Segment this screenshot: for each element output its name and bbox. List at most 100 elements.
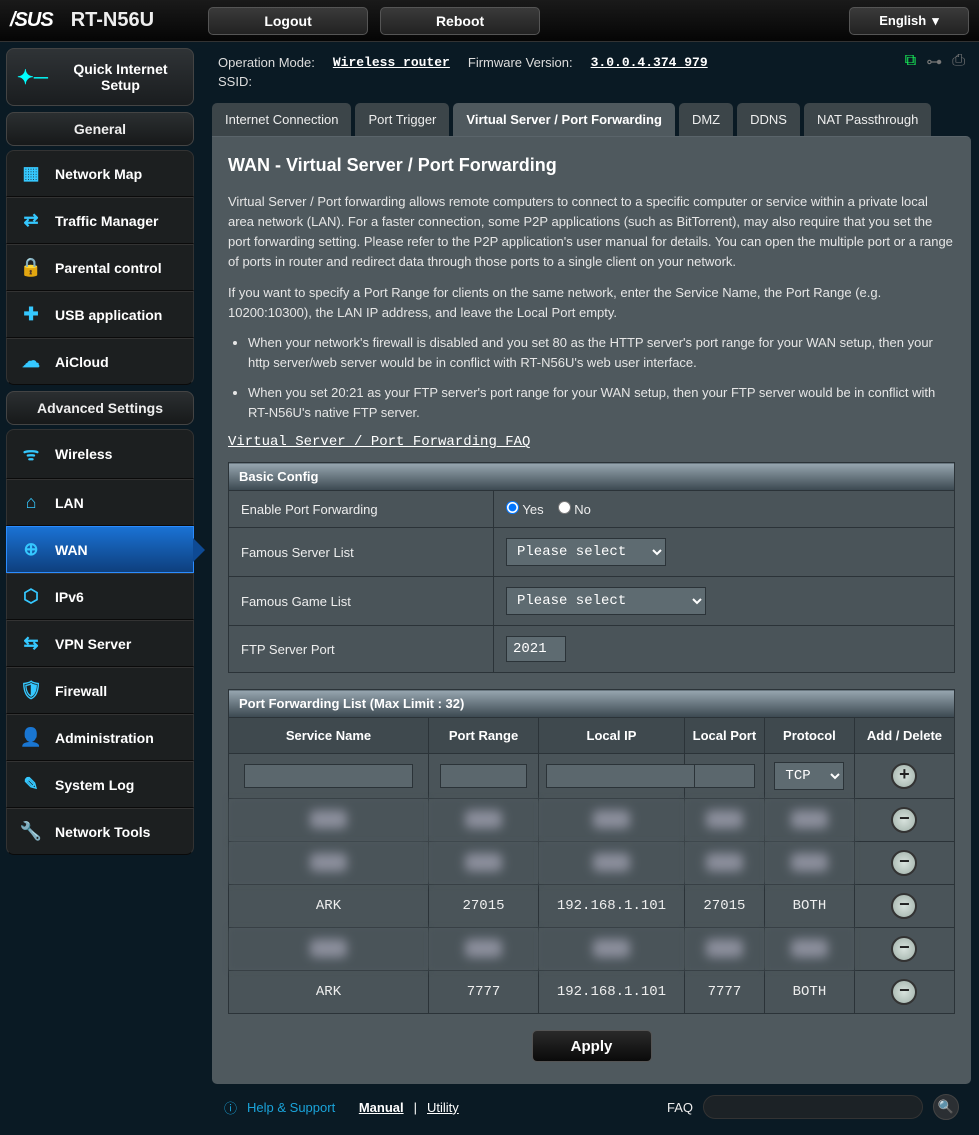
- nav-label: VPN Server: [55, 636, 131, 652]
- chevron-down-icon: ▾: [932, 13, 939, 29]
- model-name: RT-N56U: [71, 9, 154, 32]
- logout-button[interactable]: Logout: [208, 7, 368, 35]
- sidebar-item-administration[interactable]: 👤 Administration: [6, 714, 194, 761]
- nav-label: IPv6: [55, 589, 84, 605]
- famous-server-select[interactable]: Please select: [506, 538, 666, 566]
- note-bullet-1: When your network's firewall is disabled…: [248, 333, 955, 373]
- tab-virtual-server-port-forwarding[interactable]: Virtual Server / Port Forwarding: [453, 103, 675, 136]
- nav-label: AiCloud: [55, 354, 109, 370]
- usb-status-icon: ⊶: [926, 52, 942, 72]
- sidebar-item-wan[interactable]: ⊕WAN: [6, 526, 194, 573]
- sidebar-item-system-log[interactable]: ✎ System Log: [6, 761, 194, 808]
- ssid-label: SSID:: [218, 74, 252, 89]
- sidebar-item-aicloud[interactable]: ☁AiCloud: [6, 338, 194, 385]
- language-select[interactable]: English ▾: [849, 7, 969, 35]
- pf-cell: 192.168.1.101: [539, 971, 685, 1014]
- pf-col-local-ip: Local IP: [539, 718, 685, 754]
- note-bullet-2: When you set 20:21 as your FTP server's …: [248, 383, 955, 423]
- nav-label: Administration: [55, 730, 154, 746]
- page-title: WAN - Virtual Server / Port Forwarding: [228, 155, 955, 176]
- pf-cell: ARK: [229, 971, 429, 1014]
- pf-range-input[interactable]: [440, 764, 527, 788]
- faq-link[interactable]: Virtual Server / Port Forwarding FAQ: [228, 434, 530, 450]
- tab-internet-connection[interactable]: Internet Connection: [212, 103, 351, 136]
- desc-para-2: If you want to specify a Port Range for …: [228, 283, 955, 323]
- pf-protocol-select[interactable]: TCP: [774, 762, 844, 790]
- pf-cell: ████: [429, 928, 539, 971]
- pf-add-button[interactable]: +: [891, 763, 917, 789]
- fw-version-link[interactable]: 3.0.0.4.374_979: [591, 55, 708, 70]
- sidebar-item-lan[interactable]: ⌂LAN: [6, 479, 194, 526]
- tab-ddns[interactable]: DDNS: [737, 103, 800, 136]
- sidebar-item-usb-application[interactable]: ✚USB application: [6, 291, 194, 338]
- sidebar-item-wireless[interactable]: ᯤWireless: [6, 429, 194, 479]
- nav-icon: 👤: [19, 727, 43, 748]
- sidebar-item-traffic-manager[interactable]: ⇄ Traffic Manager: [6, 197, 194, 244]
- pf-cell: 7777: [684, 971, 764, 1014]
- nav-label: Traffic Manager: [55, 213, 158, 229]
- nav-icon: ⇄: [19, 210, 43, 231]
- pf-cell: ████: [539, 842, 685, 885]
- pf-localip-combo[interactable]: ▼: [546, 764, 676, 788]
- faq-search-button[interactable]: 🔍: [933, 1094, 959, 1120]
- faq-label: FAQ: [667, 1100, 693, 1115]
- nav-icon: 🛡: [19, 680, 43, 701]
- pf-cell: ████: [429, 842, 539, 885]
- enable-pf-label: Enable Port Forwarding: [229, 491, 494, 528]
- sidebar-item-network-map[interactable]: ▦Network Map: [6, 150, 194, 197]
- pf-delete-button[interactable]: −: [891, 850, 917, 876]
- faq-search-input[interactable]: [703, 1095, 923, 1119]
- manual-link[interactable]: Manual: [359, 1100, 404, 1115]
- nav-label: Network Map: [55, 166, 142, 182]
- pf-cell: ████: [229, 928, 429, 971]
- utility-link[interactable]: Utility: [427, 1100, 459, 1115]
- tab-port-trigger[interactable]: Port Trigger: [355, 103, 449, 136]
- ftp-port-input[interactable]: [506, 636, 566, 662]
- printer-status-icon: ⎙: [952, 52, 965, 72]
- pf-cell: ████: [539, 928, 685, 971]
- sidebar-item-ipv6[interactable]: ⬡IPv6: [6, 573, 194, 620]
- quick-setup-label: Quick Internet Setup: [58, 61, 183, 93]
- sidebar-item-network-tools[interactable]: 🔧Network Tools: [6, 808, 194, 855]
- desc-para-1: Virtual Server / Port forwarding allows …: [228, 192, 955, 273]
- op-mode-link[interactable]: Wireless router: [333, 55, 450, 70]
- pf-delete-button[interactable]: −: [891, 936, 917, 962]
- nav-label: Network Tools: [55, 824, 150, 840]
- nav-icon: ✎: [19, 774, 43, 795]
- pf-cell: ████: [539, 799, 685, 842]
- pf-cell: 7777: [429, 971, 539, 1014]
- sidebar-item-firewall[interactable]: 🛡Firewall: [6, 667, 194, 714]
- pf-cell: ████: [684, 928, 764, 971]
- help-support-link[interactable]: Help & Support: [247, 1100, 335, 1115]
- pf-cell: ARK: [229, 885, 429, 928]
- nav-icon: ⇆: [19, 633, 43, 654]
- pf-cell: ████: [684, 799, 764, 842]
- reboot-button[interactable]: Reboot: [380, 7, 540, 35]
- nav-icon: ᯤ: [19, 442, 43, 466]
- famous-game-label: Famous Game List: [229, 577, 494, 626]
- nav-icon: ⊕: [19, 539, 43, 560]
- tab-nat-passthrough[interactable]: NAT Passthrough: [804, 103, 931, 136]
- fw-label: Firmware Version:: [468, 55, 573, 70]
- sidebar-item-parental-control[interactable]: 🔒Parental control: [6, 244, 194, 291]
- pf-delete-button[interactable]: −: [891, 979, 917, 1005]
- pf-cell: 27015: [684, 885, 764, 928]
- apply-button[interactable]: Apply: [532, 1030, 652, 1062]
- pf-delete-button[interactable]: −: [891, 807, 917, 833]
- pf-localport-input[interactable]: [694, 764, 754, 788]
- link-status-icon: ⧉: [905, 52, 916, 72]
- yes-text: Yes: [522, 502, 543, 517]
- pf-service-input[interactable]: [244, 764, 412, 788]
- tab-dmz[interactable]: DMZ: [679, 103, 733, 136]
- famous-game-select[interactable]: Please select: [506, 587, 706, 615]
- pf-col-protocol: Protocol: [764, 718, 854, 754]
- nav-label: System Log: [55, 777, 134, 793]
- sidebar-item-vpn-server[interactable]: ⇆ VPN Server: [6, 620, 194, 667]
- help-icon: ⓘ: [224, 1098, 237, 1117]
- enable-pf-no[interactable]: No: [558, 501, 591, 517]
- section-general: General: [6, 112, 194, 146]
- pf-delete-button[interactable]: −: [891, 893, 917, 919]
- quick-internet-setup[interactable]: ✦⁠─ Quick Internet Setup: [6, 48, 194, 106]
- nav-icon: ⌂: [19, 492, 43, 513]
- enable-pf-yes[interactable]: Yes: [506, 501, 544, 517]
